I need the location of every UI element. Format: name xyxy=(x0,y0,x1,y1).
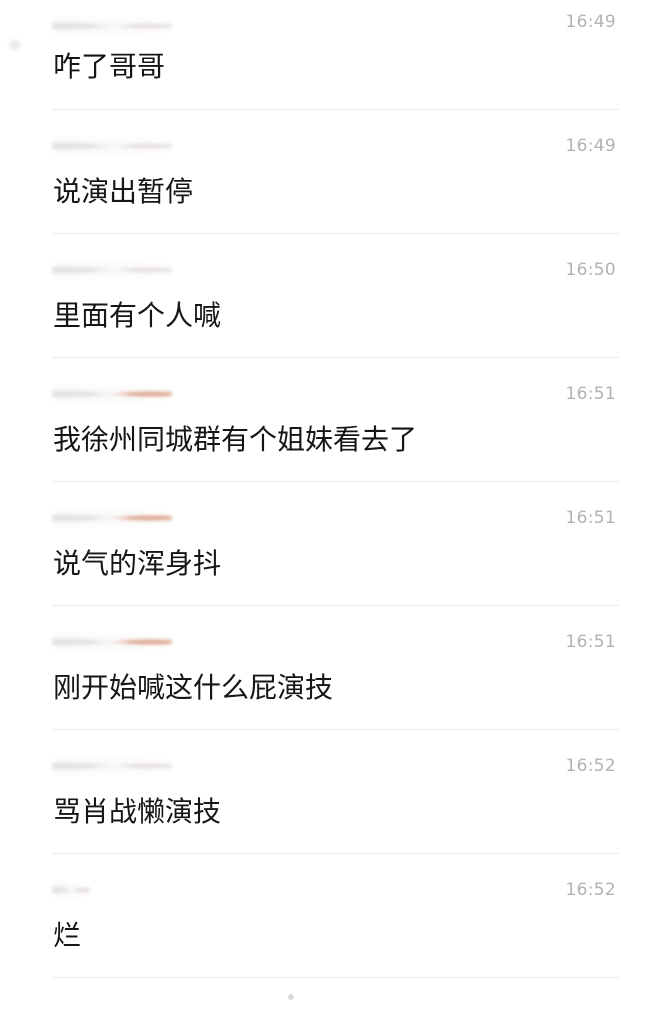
message-time: 16:49 xyxy=(565,12,616,32)
sender-name-blurred xyxy=(52,386,172,402)
message-text: 说气的浑身抖 xyxy=(53,547,222,580)
message-row[interactable]: 16:49 咋了哥哥 xyxy=(0,0,647,110)
message-row[interactable]: 16:52 烂 xyxy=(0,854,647,978)
message-divider xyxy=(52,977,619,978)
message-text: 里面有个人喊 xyxy=(53,299,222,332)
sender-name-blurred xyxy=(52,634,172,650)
sender-name-blurred xyxy=(52,138,172,154)
message-time: 16:52 xyxy=(565,756,616,776)
message-row[interactable]: 16:52 骂肖战懒演技 xyxy=(0,730,647,854)
sender-name-blurred xyxy=(52,758,172,774)
message-row[interactable]: 16:51 刚开始喊这什么屁演技 xyxy=(0,606,647,730)
message-time: 16:51 xyxy=(565,508,616,528)
sender-name-blurred xyxy=(52,262,172,278)
message-row[interactable]: 16:50 里面有个人喊 xyxy=(0,234,647,358)
message-text: 说演出暂停 xyxy=(53,175,194,208)
message-text: 烂 xyxy=(53,919,82,952)
scroll-indicator-dot xyxy=(288,994,294,1000)
message-text: 刚开始喊这什么屁演技 xyxy=(53,671,334,704)
message-time: 16:52 xyxy=(565,880,616,900)
sender-name-blurred xyxy=(52,18,172,34)
message-row[interactable]: 16:51 说气的浑身抖 xyxy=(0,482,647,606)
message-text: 咋了哥哥 xyxy=(53,50,166,83)
message-row[interactable]: 16:49 说演出暂停 xyxy=(0,110,647,234)
message-row[interactable]: 16:51 我徐州同城群有个姐妹看去了 xyxy=(0,358,647,482)
message-time: 16:51 xyxy=(565,632,616,652)
message-text: 我徐州同城群有个姐妹看去了 xyxy=(53,423,418,456)
message-time: 16:49 xyxy=(565,136,616,156)
sender-name-blurred xyxy=(52,510,172,526)
message-time: 16:50 xyxy=(565,260,616,280)
message-text: 骂肖战懒演技 xyxy=(53,795,222,828)
chat-message-list[interactable]: 16:49 咋了哥哥 16:49 说演出暂停 16:50 里面有个人喊 16:5… xyxy=(0,0,647,978)
sender-name-blurred xyxy=(52,882,90,898)
message-time: 16:51 xyxy=(565,384,616,404)
